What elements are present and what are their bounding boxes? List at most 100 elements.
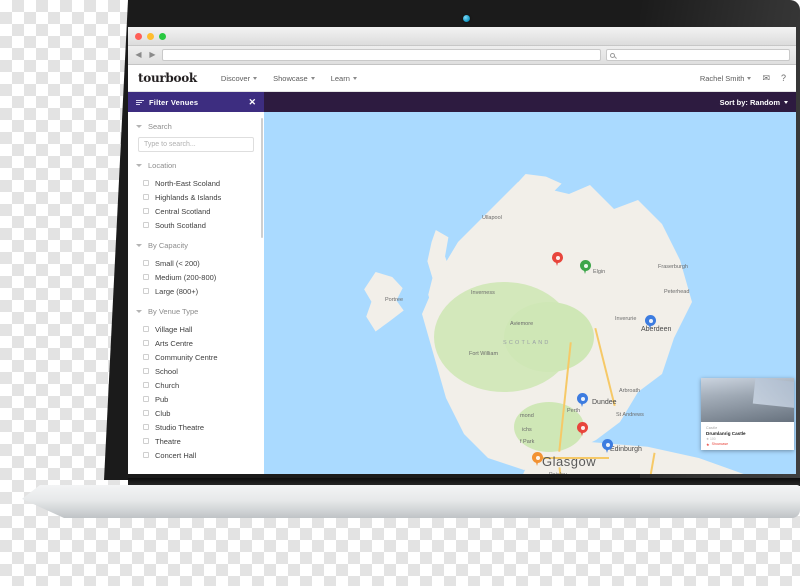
checkbox-icon[interactable] [143, 326, 149, 332]
filter-option[interactable]: Large (800+) [128, 284, 264, 298]
close-window-button[interactable] [135, 33, 142, 40]
checkbox-icon[interactable] [143, 396, 149, 402]
filter-option[interactable]: Small (< 200) [128, 256, 264, 270]
back-icon[interactable]: ◀ [134, 51, 143, 59]
filter-venues-header[interactable]: Filter Venues ✕ [128, 92, 264, 112]
map-label: Peterhead [664, 289, 690, 295]
close-icon[interactable]: ✕ [248, 97, 256, 107]
app-header: tourbook Discover Showcase Learn Rachel … [128, 65, 796, 92]
pin-ullapool[interactable] [552, 252, 563, 267]
pin-perth[interactable] [577, 393, 588, 408]
filter-option[interactable]: Highlands & Islands [128, 190, 264, 204]
checkbox-icon[interactable] [143, 208, 149, 214]
nav-item-discover[interactable]: Discover [221, 74, 258, 83]
venue-photo [701, 378, 794, 422]
filter-option[interactable]: Pub [128, 392, 264, 406]
checkbox-icon[interactable] [143, 222, 149, 228]
checkbox-icon[interactable] [143, 354, 149, 360]
checkbox-icon[interactable] [143, 452, 149, 458]
venue-info-popup[interactable]: Castle Drumlanrig Castle ★ 100 ★ Showcas… [701, 378, 794, 450]
star-icon: ★ [706, 441, 710, 447]
filter-group-header-venue-type[interactable]: By Venue Type [128, 307, 264, 316]
chevron-down-icon [784, 100, 788, 104]
venue-info-body: Castle Drumlanrig Castle ★ 100 ★ Showcas… [701, 422, 794, 450]
map-pin-dot [583, 263, 588, 268]
filter-option[interactable]: Church [128, 378, 264, 392]
browser-titlebar [128, 27, 796, 46]
browser-toolbar: ◀ ▶ [128, 46, 796, 65]
laptop-base [22, 485, 800, 518]
map-label: Inverurie [615, 316, 637, 322]
filter-option[interactable]: Community Centre [128, 350, 264, 364]
filter-option[interactable]: Theatre [128, 434, 264, 448]
checkbox-icon[interactable] [143, 288, 149, 294]
map-label: Fraserburgh [658, 264, 688, 270]
filter-group-capacity: By Capacity Small (< 200) Medium (200-80… [128, 241, 264, 298]
help-icon[interactable]: ? [781, 73, 786, 83]
filter-group-header-capacity[interactable]: By Capacity [128, 241, 264, 250]
filter-option-label: Highlands & Islands [155, 192, 222, 202]
filter-option[interactable]: Concert Hall [128, 448, 264, 462]
filter-option[interactable]: Club [128, 406, 264, 420]
checkbox-icon[interactable] [143, 438, 149, 444]
app-logo[interactable]: tourbook [138, 71, 197, 85]
pin-edinburgh[interactable] [602, 439, 613, 454]
checkbox-icon[interactable] [143, 424, 149, 430]
pin-aberdeen[interactable] [645, 315, 656, 330]
filter-option[interactable]: Arts Centre [128, 336, 264, 350]
filter-option[interactable]: School [128, 364, 264, 378]
filter-group-header-search[interactable]: Search [128, 122, 264, 131]
filter-option-label: Concert Hall [155, 450, 197, 460]
chevron-down-icon [136, 164, 142, 167]
nav-item-learn[interactable]: Learn [331, 74, 357, 83]
chevron-down-icon [747, 76, 752, 80]
checkbox-icon[interactable] [143, 194, 149, 200]
filter-option[interactable]: Village Hall [128, 322, 264, 336]
map-label: Fort William [469, 351, 499, 357]
checkbox-icon[interactable] [143, 382, 149, 388]
forward-icon[interactable]: ▶ [148, 51, 157, 59]
chevron-down-icon [310, 76, 315, 80]
filter-option-label: Theatre [155, 436, 181, 446]
filter-option-label: North-East Scoland [155, 178, 221, 188]
checkbox-icon[interactable] [143, 260, 149, 266]
mail-icon[interactable]: ✉ [762, 73, 770, 83]
nav-label-showcase: Showcase [273, 73, 308, 83]
map-canvas[interactable]: Ullapool Elgin Fraserburgh Peterhead Inverne… [264, 112, 796, 474]
filter-option[interactable]: Studio Theatre [128, 420, 264, 434]
filter-option-label: Church [155, 380, 180, 390]
filter-option[interactable]: North-East Scoland [128, 176, 264, 190]
filter-option-label: School [155, 366, 178, 376]
map-label: Portree [385, 297, 404, 303]
checkbox-icon[interactable] [143, 274, 149, 280]
checkbox-icon[interactable] [143, 340, 149, 346]
browser-search-input[interactable] [606, 49, 790, 61]
map-label: Dundee [592, 399, 617, 406]
venue-showcase-link[interactable]: ★ Showcase [706, 442, 789, 448]
filter-option[interactable]: Central Scotland [128, 204, 264, 218]
pin-stirling[interactable] [577, 422, 588, 437]
checkbox-icon[interactable] [143, 410, 149, 416]
sort-by-dropdown[interactable]: Sort by: Random [720, 98, 788, 107]
window-controls[interactable] [135, 33, 166, 40]
pin-elgin[interactable] [580, 260, 591, 275]
filter-option-label: Medium (200-800) [155, 272, 217, 282]
checkbox-icon[interactable] [143, 180, 149, 186]
minimize-window-button[interactable] [147, 33, 154, 40]
nav-item-showcase[interactable]: Showcase [273, 74, 315, 83]
map-pin-dot [580, 425, 585, 430]
user-menu[interactable]: Rachel Smith [700, 74, 752, 83]
search-input[interactable]: Type to search... [138, 137, 254, 152]
pin-glasgow[interactable] [532, 452, 543, 467]
maximize-window-button[interactable] [159, 33, 166, 40]
filter-icon [136, 99, 144, 105]
address-bar[interactable] [162, 49, 601, 61]
sidebar-scrollbar[interactable] [261, 118, 263, 238]
filter-option[interactable]: South Scotland [128, 218, 264, 232]
checkbox-icon[interactable] [143, 368, 149, 374]
filter-group-header-location[interactable]: Location [128, 161, 264, 170]
webcam-icon [463, 15, 470, 22]
filter-option[interactable]: Medium (200-800) [128, 270, 264, 284]
search-icon [610, 52, 615, 58]
nav-label-learn: Learn [330, 73, 350, 83]
